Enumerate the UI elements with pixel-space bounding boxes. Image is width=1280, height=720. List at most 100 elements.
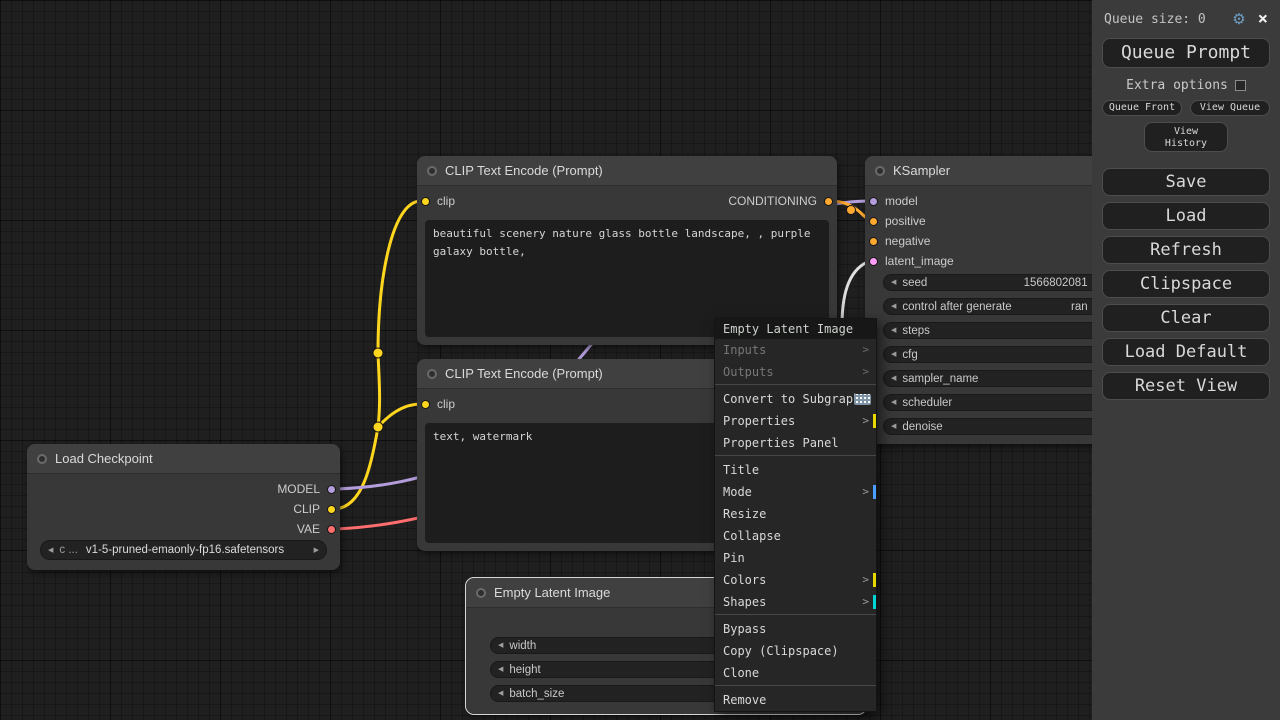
collapse-dot[interactable]: [875, 165, 885, 176]
collapse-dot[interactable]: [37, 453, 47, 464]
graph-canvas[interactable]: CLIP Text Encode (Prompt) clip CONDITION…: [0, 0, 1280, 720]
menu-item-colors[interactable]: Colors: [715, 569, 876, 591]
next-arrow-icon[interactable]: [314, 547, 319, 554]
close-icon[interactable]: [1258, 11, 1268, 28]
input-port-negative[interactable]: [869, 236, 878, 246]
widget-cfg[interactable]: cfg: [883, 346, 1107, 363]
view-history-button[interactable]: View History: [1144, 122, 1228, 152]
output-row-clip: CLIP: [286, 501, 336, 517]
widget-steps[interactable]: steps: [883, 322, 1107, 339]
prev-arrow-icon[interactable]: [48, 547, 53, 554]
port-label: negative: [885, 234, 931, 248]
menu-item-pin[interactable]: Pin: [715, 547, 876, 569]
collapse-dot[interactable]: [427, 165, 437, 176]
node-title: CLIP Text Encode (Prompt): [445, 163, 603, 178]
node-load-checkpoint[interactable]: Load Checkpoint MODEL CLIP VAE c ... v1-…: [27, 444, 340, 570]
wire-junction-dot[interactable]: [372, 347, 384, 359]
input-port-model[interactable]: [869, 196, 878, 206]
subgraph-badge-icon: [854, 394, 871, 405]
menu-item-label: Colors: [723, 573, 767, 587]
decrement-arrow-icon[interactable]: [891, 351, 896, 358]
widget-seed[interactable]: seed 1566802081: [883, 274, 1107, 291]
wire-clip: [334, 425, 380, 511]
accent-bar: [873, 573, 876, 587]
node-header[interactable]: KSampler: [865, 156, 1125, 186]
decrement-arrow-icon[interactable]: [891, 423, 896, 430]
input-port-clip[interactable]: [421, 399, 430, 409]
reset-view-button[interactable]: Reset View: [1102, 372, 1270, 400]
port-label: CLIP: [293, 502, 320, 516]
settings-gear-icon[interactable]: [1232, 12, 1245, 27]
widget-sampler-name[interactable]: sampler_name: [883, 370, 1107, 387]
node-header[interactable]: CLIP Text Encode (Prompt): [417, 156, 837, 186]
decrement-arrow-icon[interactable]: [891, 279, 896, 286]
output-port-clip[interactable]: [327, 504, 336, 514]
menu-item-title[interactable]: Title: [715, 459, 876, 481]
load-button[interactable]: Load: [1102, 202, 1270, 230]
menu-item-properties[interactable]: Properties: [715, 410, 876, 432]
decrement-arrow-icon[interactable]: [891, 375, 896, 382]
widget-label: cfg: [902, 348, 918, 361]
submenu-arrow-icon: [862, 481, 869, 503]
output-port-model[interactable]: [327, 484, 336, 494]
decrement-arrow-icon[interactable]: [498, 690, 503, 697]
widget-denoise[interactable]: denoise: [883, 418, 1107, 435]
load-default-button[interactable]: Load Default: [1102, 338, 1270, 366]
menu-item-convert-to-subgraph[interactable]: Convert to Subgraph: [715, 388, 876, 410]
collapse-dot[interactable]: [476, 587, 486, 598]
wire-junction-dot[interactable]: [372, 421, 384, 433]
menu-item-collapse[interactable]: Collapse: [715, 525, 876, 547]
decrement-arrow-icon[interactable]: [891, 327, 896, 334]
widget-label: steps: [902, 324, 930, 337]
view-queue-button[interactable]: View Queue: [1190, 100, 1270, 116]
widget-value: 1566802081: [1023, 276, 1088, 289]
decrement-arrow-icon[interactable]: [498, 642, 503, 649]
node-title: Empty Latent Image: [494, 585, 611, 600]
output-port-vae[interactable]: [327, 524, 336, 534]
queue-size-row: Queue size: 0: [1092, 8, 1280, 30]
menu-item-inputs: Inputs: [715, 339, 876, 361]
widget-label: control after generate: [902, 300, 1012, 313]
output-port-conditioning[interactable]: [824, 196, 833, 206]
menu-item-remove[interactable]: Remove: [715, 689, 876, 711]
menu-item-properties-panel[interactable]: Properties Panel: [715, 432, 876, 454]
clear-button[interactable]: Clear: [1102, 304, 1270, 332]
queue-prompt-button[interactable]: Queue Prompt: [1102, 38, 1270, 68]
menu-item-bypass[interactable]: Bypass: [715, 618, 876, 640]
decrement-arrow-icon[interactable]: [891, 303, 896, 310]
submenu-arrow-icon: [862, 410, 869, 432]
node-clip-text-encode-1[interactable]: CLIP Text Encode (Prompt) clip CONDITION…: [417, 156, 837, 345]
node-ksampler[interactable]: KSampler model positive negative latent_…: [865, 156, 1125, 444]
queue-front-button[interactable]: Queue Front: [1102, 100, 1182, 116]
input-port-positive[interactable]: [869, 216, 878, 226]
input-port-latent-image[interactable]: [869, 256, 878, 266]
extra-options-checkbox[interactable]: [1234, 79, 1246, 91]
refresh-button[interactable]: Refresh: [1102, 236, 1270, 264]
extra-options-row: Extra options: [1092, 75, 1280, 95]
menu-item-clone[interactable]: Clone: [715, 662, 876, 684]
save-button[interactable]: Save: [1102, 168, 1270, 196]
queue-size-label: Queue size: 0: [1104, 11, 1206, 27]
decrement-arrow-icon[interactable]: [891, 399, 896, 406]
node-title: Load Checkpoint: [55, 451, 153, 466]
port-label: CONDITIONING: [728, 194, 817, 208]
input-port-clip[interactable]: [421, 196, 430, 206]
wire-junction-dot[interactable]: [846, 205, 856, 215]
collapse-dot[interactable]: [427, 368, 437, 379]
wire-clip: [376, 199, 422, 354]
menu-item-label: Copy (Clipspace): [723, 644, 839, 658]
widget-label: c ...: [59, 544, 78, 556]
node-header[interactable]: Load Checkpoint: [27, 444, 340, 474]
widget-scheduler[interactable]: scheduler: [883, 394, 1107, 411]
widget-ckpt-name[interactable]: c ... v1-5-pruned-emaonly-fp16.safetenso…: [40, 540, 327, 560]
clipspace-button[interactable]: Clipspace: [1102, 270, 1270, 298]
menu-item-copy-clipspace[interactable]: Copy (Clipspace): [715, 640, 876, 662]
menu-item-shapes[interactable]: Shapes: [715, 591, 876, 613]
menu-item-resize[interactable]: Resize: [715, 503, 876, 525]
decrement-arrow-icon[interactable]: [498, 666, 503, 673]
menu-item-mode[interactable]: Mode: [715, 481, 876, 503]
wire-clip: [376, 402, 422, 429]
widget-control-after-generate[interactable]: control after generate ran: [883, 298, 1107, 315]
node-title: CLIP Text Encode (Prompt): [445, 366, 603, 381]
menu-item-label: Collapse: [723, 529, 781, 543]
